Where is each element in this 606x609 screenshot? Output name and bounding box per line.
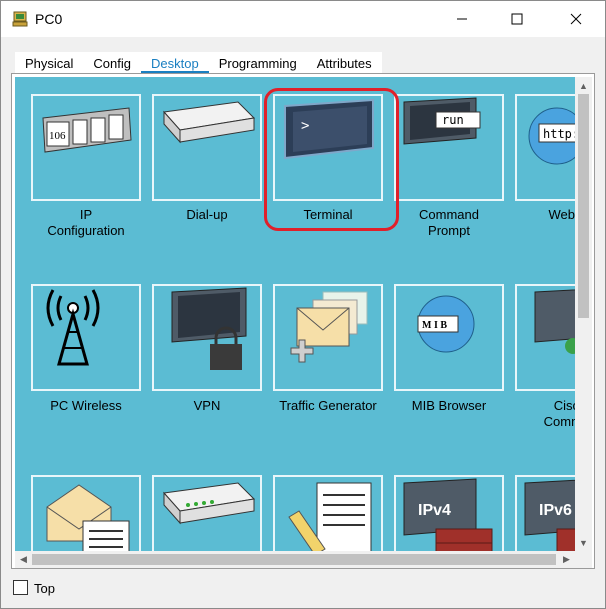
tab-physical[interactable]: Physical <box>15 52 84 74</box>
pc-app-icon <box>12 11 28 27</box>
text-editor-app[interactable] <box>273 475 383 551</box>
traffic-generator-icon <box>290 291 368 363</box>
terminal-highlight-annotation <box>264 88 399 231</box>
ipv6-firewall-icon: IPv6 <box>524 479 575 551</box>
horizontal-scroll-thumb[interactable] <box>32 554 556 565</box>
command-prompt-app[interactable]: run <box>394 94 504 201</box>
title-bar[interactable]: PC0 <box>1 1 605 37</box>
ip-configuration-app[interactable]: 106 <box>31 94 141 201</box>
close-icon <box>570 13 582 25</box>
desktop-area: 106 IP Configuration Dial-up > Terminal … <box>15 77 575 551</box>
vpn-app[interactable] <box>152 284 262 391</box>
top-checkbox-label: Top <box>34 581 55 596</box>
modem-icon <box>163 101 256 144</box>
vertical-scroll-thumb[interactable] <box>578 94 589 318</box>
maximize-icon <box>511 13 523 25</box>
desktop-panel: 106 IP Configuration Dial-up > Terminal … <box>11 73 595 569</box>
mib-browser-app[interactable]: M I B <box>394 284 504 391</box>
ipv4-firewall-icon: IPv4 <box>403 478 493 551</box>
ip-configuration-icon: 106 <box>42 107 132 153</box>
horizontal-scrollbar[interactable]: ◀ ▶ <box>15 551 575 568</box>
dial-up-label: Dial-up <box>186 207 228 222</box>
web-browser-label: Web Br <box>548 207 575 222</box>
traffic-generator-app[interactable] <box>273 284 383 391</box>
command-prompt-icon: run <box>403 97 481 145</box>
vpn-lock-icon <box>171 287 247 370</box>
cisco-communicator-label: CiscoCommun <box>543 398 575 429</box>
close-button[interactable] <box>553 1 599 37</box>
scroll-down-icon[interactable]: ▼ <box>575 534 592 551</box>
vpn-label: VPN <box>193 398 221 413</box>
minimize-button[interactable] <box>439 1 485 37</box>
pppoe-dialer-app[interactable] <box>152 475 262 551</box>
svg-text:http:: http: <box>543 127 575 141</box>
cisco-communicator-app[interactable] <box>515 284 575 391</box>
traffic-generator-label: Traffic Generator <box>279 398 377 413</box>
ipv4-firewall-app[interactable]: IPv4 <box>394 475 504 551</box>
email-app[interactable] <box>31 475 141 551</box>
tab-attributes[interactable]: Attributes <box>306 52 382 74</box>
svg-text:run: run <box>442 113 464 127</box>
vertical-scrollbar[interactable]: ▲ ▼ <box>575 77 592 551</box>
web-browser-app[interactable]: http: <box>515 94 575 201</box>
ip-configuration-label: IP Configuration <box>47 207 125 238</box>
command-prompt-label: Command Prompt <box>419 207 479 238</box>
email-icon <box>46 484 130 551</box>
pc-wireless-app[interactable] <box>31 284 141 391</box>
text-editor-icon <box>288 482 372 551</box>
cisco-communicator-icon <box>534 289 575 354</box>
tab-config[interactable]: Config <box>83 52 141 74</box>
svg-text:IPv6: IPv6 <box>539 502 572 519</box>
minimize-icon <box>457 18 467 20</box>
ipv6-firewall-app[interactable]: IPv6 <box>515 475 575 551</box>
dial-up-app[interactable] <box>152 94 262 201</box>
web-browser-icon: http: <box>528 107 575 165</box>
pc-wireless-label: PC Wireless <box>50 398 122 413</box>
window-title: PC0 <box>35 11 63 27</box>
dialer-device-icon <box>163 482 256 525</box>
mib-browser-label: MIB Browser <box>411 398 487 413</box>
maximize-button[interactable] <box>494 1 540 37</box>
scroll-up-icon[interactable]: ▲ <box>575 77 592 94</box>
top-checkbox[interactable] <box>13 580 28 595</box>
tab-programming[interactable]: Programming <box>208 52 307 74</box>
wireless-tower-icon <box>46 289 100 366</box>
scroll-left-icon[interactable]: ◀ <box>15 551 32 568</box>
svg-text:IPv4: IPv4 <box>418 502 451 519</box>
svg-text:106: 106 <box>49 130 66 142</box>
mib-browser-icon: M I B <box>417 295 475 353</box>
svg-text:M I B: M I B <box>422 320 447 331</box>
scrollbar-corner <box>575 551 592 568</box>
tab-desktop[interactable]: Desktop <box>141 52 209 74</box>
scroll-right-icon[interactable]: ▶ <box>558 551 575 568</box>
pc0-window: PC0 Physical Config Desktop Programming … <box>0 0 606 609</box>
tab-bar: Physical Config Desktop Programming Attr… <box>15 52 382 74</box>
